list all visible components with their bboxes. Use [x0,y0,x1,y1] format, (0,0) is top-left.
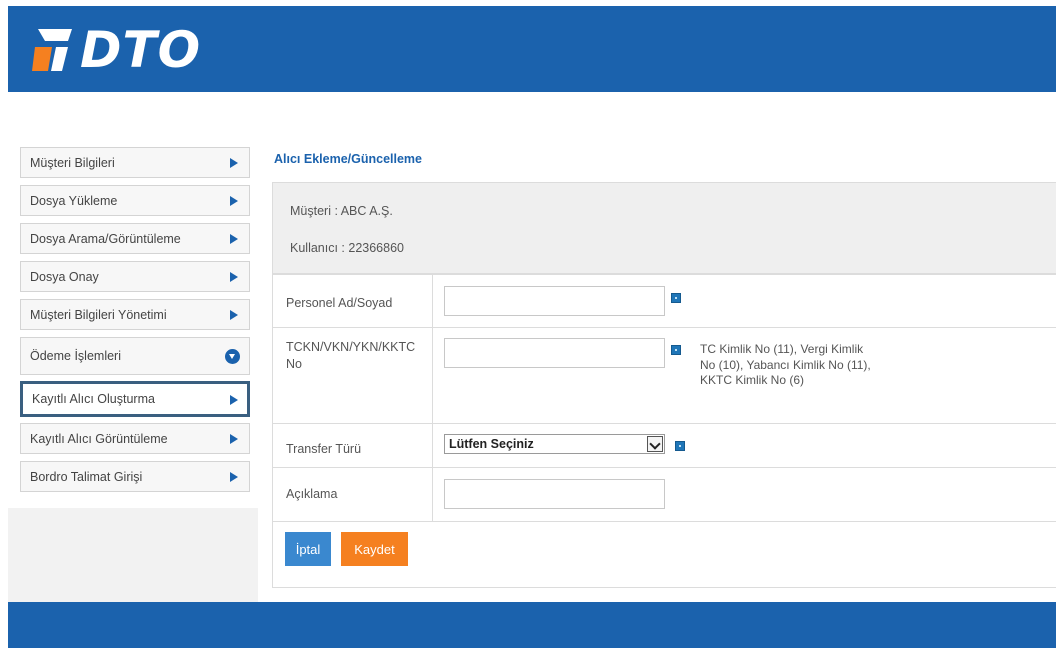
header-bar: DTO [8,6,1056,92]
chevron-down-circle-icon [225,349,240,364]
sidebar-item-dosya-arama[interactable]: Dosya Arama/Görüntüleme [20,223,250,254]
sidebar-item-kayitli-alici-goruntuleme[interactable]: Kayıtlı Alıcı Görüntüleme [20,423,250,454]
row-divider [273,521,1056,522]
arrow-right-icon [230,434,238,444]
sidebar-item-label: Müşteri Bilgileri Yönetimi [30,307,167,322]
logo-mark-icon [32,27,76,73]
tckn-input[interactable] [444,338,665,368]
page-title: Alıcı Ekleme/Güncelleme [274,152,422,166]
user-line: Kullanıcı : 22366860 [290,241,404,255]
info-icon[interactable] [671,345,681,355]
sidebar-item-label: Kayıtlı Alıcı Görüntüleme [30,431,168,446]
recipient-form: Personel Ad/Soyad TCKN/VKN/YKN/KKTC No T… [272,274,1056,588]
sidebar-item-label: Bordro Talimat Girişi [30,469,143,484]
page: DTO Müşteri Bilgileri Dosya Yükleme Dosy… [0,0,1056,648]
cancel-button[interactable]: İptal [285,532,331,566]
sidebar: Müşteri Bilgileri Dosya Yükleme Dosya Ar… [8,136,258,602]
personel-name-input[interactable] [444,286,665,316]
sidebar-item-kayitli-alici-olusturma[interactable]: Kayıtlı Alıcı Oluşturma [20,381,250,417]
sidebar-item-musteri-bilgileri[interactable]: Müşteri Bilgileri [20,147,250,178]
sidebar-item-odeme-islemleri[interactable]: Ödeme İşlemleri [20,337,250,375]
row-divider [273,467,1056,468]
sidebar-item-musteri-bilgileri-yonetimi[interactable]: Müşteri Bilgileri Yönetimi [20,299,250,330]
arrow-right-icon [230,310,238,320]
customer-line: Müşteri : ABC A.Ş. [290,204,393,218]
arrow-right-icon [230,158,238,168]
row-divider [273,327,1056,328]
info-icon[interactable] [675,441,685,451]
sidebar-item-label: Dosya Yükleme [30,193,118,208]
sidebar-item-label: Müşteri Bilgileri [30,155,115,170]
arrow-right-icon [230,472,238,482]
transfer-type-label: Transfer Türü [286,442,362,456]
sidebar-item-label: Dosya Onay [30,269,99,284]
select-value: Lütfen Seçiniz [449,437,534,451]
logo[interactable]: DTO [32,20,201,80]
arrow-right-icon [230,234,238,244]
customer-info-box: Müşteri : ABC A.Ş. Kullanıcı : 22366860 [272,182,1056,274]
tckn-label: TCKN/VKN/YKN/KKTC No [286,340,416,371]
arrow-right-icon [230,395,238,405]
column-divider [432,275,433,521]
arrow-right-icon [230,196,238,206]
description-label: Açıklama [286,487,338,501]
tckn-hint: TC Kimlik No (11), Vergi Kimlik No (10),… [700,342,871,387]
footer-bar [8,602,1056,648]
arrow-right-icon [230,272,238,282]
row-divider [273,423,1056,424]
sidebar-item-label: Kayıtlı Alıcı Oluşturma [32,392,155,406]
sidebar-item-dosya-onay[interactable]: Dosya Onay [20,261,250,292]
chevron-down-icon[interactable] [647,436,663,452]
description-input[interactable] [444,479,665,509]
transfer-type-select[interactable]: Lütfen Seçiniz [444,434,665,454]
save-button[interactable]: Kaydet [341,532,408,566]
sidebar-item-dosya-yukleme[interactable]: Dosya Yükleme [20,185,250,216]
personel-label: Personel Ad/Soyad [286,296,393,310]
sidebar-item-label: Ödeme İşlemleri [30,349,121,363]
sidebar-item-label: Dosya Arama/Görüntüleme [30,231,181,246]
sidebar-item-bordro-talimat-girisi[interactable]: Bordro Talimat Girişi [20,461,250,492]
logo-text: DTO [80,21,202,79]
sidebar-background [8,508,258,602]
info-icon[interactable] [671,293,681,303]
